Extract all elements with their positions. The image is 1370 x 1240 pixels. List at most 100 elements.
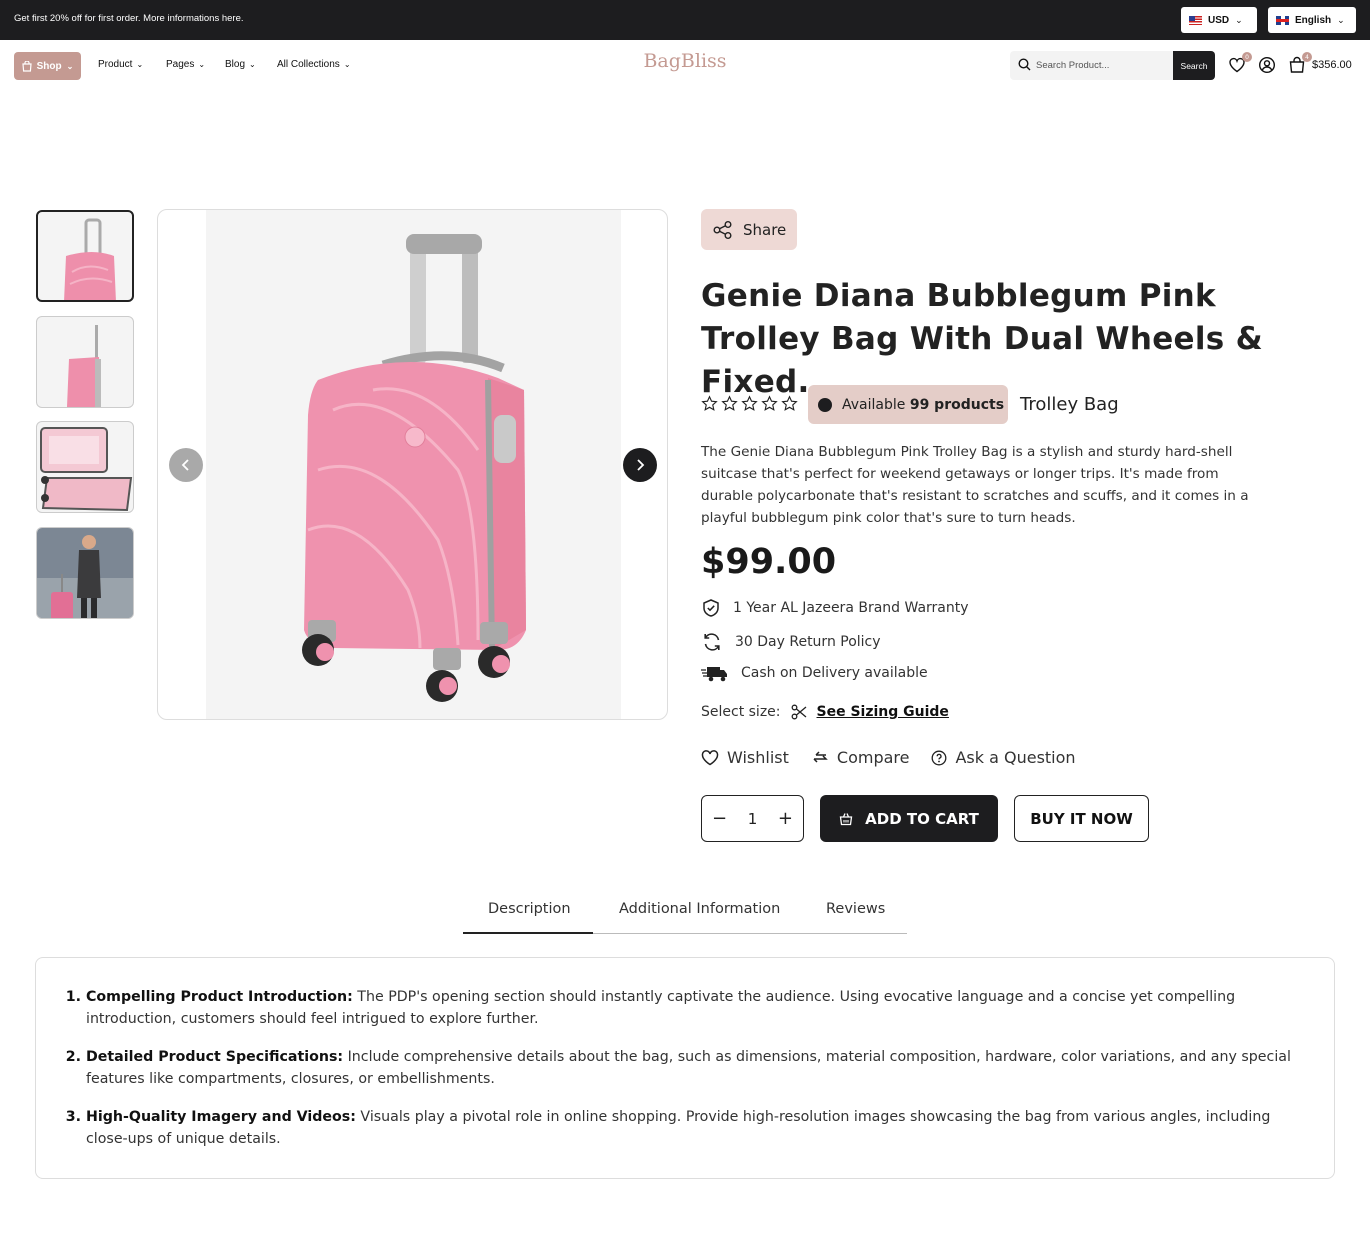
wishlist-button[interactable]: Wishlist [701, 748, 789, 767]
availability-badge: Available 99 products [808, 385, 1008, 424]
shop-label: Shop [36, 60, 62, 72]
product-category[interactable]: Trolley Bag [1020, 394, 1119, 415]
buy-now-button[interactable]: BUY IT NOW [1014, 795, 1149, 842]
refresh-icon [704, 633, 720, 651]
list-item-title: Detailed Product Specifications: [86, 1049, 344, 1065]
availability-count: 99 products [909, 396, 1005, 413]
add-to-cart-label: ADD TO CART [865, 809, 979, 828]
uk-flag-icon [1276, 15, 1289, 25]
ask-question-label: Ask a Question [955, 748, 1076, 767]
promo-text[interactable]: Get first 20% off for first order. More … [14, 13, 244, 24]
chevron-down-icon: ⌄ [66, 61, 74, 71]
scissors-icon [791, 704, 806, 720]
quantity-input[interactable]: 1 [748, 810, 758, 828]
compare-arrows-icon [813, 750, 828, 763]
language-label: English [1295, 14, 1332, 26]
cart-total[interactable]: $356.00 [1312, 59, 1352, 71]
lifestyle-photo-image [37, 528, 133, 618]
product-tabs: Description Additional Information Revie… [463, 895, 907, 934]
product-description: The Genie Diana Bubblegum Pink Trolley B… [701, 444, 1249, 526]
list-item: Compelling Product Introduction: The PDP… [86, 986, 1311, 1030]
language-selector[interactable]: English ⌄ [1268, 7, 1356, 33]
question-circle-icon [932, 750, 947, 765]
tab-description[interactable]: Description [488, 901, 571, 917]
thumbnail-side[interactable] [36, 316, 134, 408]
compare-button[interactable]: Compare [811, 748, 910, 767]
chevron-down-icon: ⌄ [136, 60, 144, 69]
list-item-title: Compelling Product Introduction: [86, 989, 353, 1005]
bag-icon [21, 60, 32, 72]
thumbnail-front[interactable] [36, 210, 134, 302]
feature-text: 1 Year AL Jazeera Brand Warranty [733, 600, 969, 616]
next-image-button[interactable] [623, 448, 657, 482]
active-tab-indicator [463, 932, 593, 934]
sizing-guide-link[interactable]: See Sizing Guide [817, 704, 949, 720]
nav-label: All Collections [277, 59, 340, 70]
main-header: Shop ⌄ Product ⌄ Pages ⌄ Blog ⌄ All Collect… [0, 40, 1370, 92]
feature-cod: Cash on Delivery available [701, 663, 928, 683]
nav-label: Pages [166, 59, 195, 70]
thumbnail-lifestyle[interactable] [36, 527, 134, 619]
shop-menu-button[interactable]: Shop ⌄ [14, 52, 81, 80]
main-product-image[interactable] [157, 209, 668, 720]
account-button[interactable] [1258, 56, 1278, 76]
compare-label: Compare [836, 748, 910, 767]
add-to-cart-button[interactable]: ADD TO CART [820, 795, 998, 842]
star-icon [761, 395, 778, 411]
prev-image-button[interactable] [169, 448, 203, 482]
list-item: High-Quality Imagery and Videos: Visuals… [86, 1106, 1311, 1150]
star-icon [701, 395, 718, 411]
wishlist-header-button[interactable]: 0 [1228, 52, 1252, 76]
pink-suitcase-image [302, 234, 526, 702]
delivery-truck-icon [701, 667, 727, 682]
rating-stars[interactable] [701, 395, 798, 412]
size-selector-row: Select size: See Sizing Guide [701, 704, 949, 720]
nav-blog[interactable]: Blog ⌄ [225, 59, 256, 70]
chevron-left-icon [181, 459, 189, 471]
feature-warranty: 1 Year AL Jazeera Brand Warranty [701, 598, 969, 618]
chevron-down-icon: ⌄ [343, 60, 351, 69]
share-icon [713, 220, 732, 239]
search-icon [1018, 58, 1031, 71]
chevron-down-icon: ⌄ [1337, 14, 1345, 25]
us-flag-icon [1189, 15, 1202, 25]
suitcase-open-image [40, 427, 133, 512]
share-button[interactable]: Share [701, 209, 797, 250]
nav-label: Product [98, 59, 133, 70]
user-icon [1258, 56, 1276, 74]
search-bar: Search Product... Search [1010, 51, 1215, 80]
star-icon [721, 395, 738, 411]
description-panel: Compelling Product Introduction: The PDP… [35, 957, 1335, 1179]
currency-selector[interactable]: USD ⌄ [1181, 7, 1257, 33]
increase-quantity-button[interactable]: + [778, 808, 793, 829]
search-button[interactable]: Search [1173, 51, 1215, 80]
nav-all-collections[interactable]: All Collections ⌄ [277, 59, 351, 70]
cart-count-badge: 4 [1302, 52, 1312, 62]
availability-text: Available 99 products [842, 397, 1004, 413]
tab-reviews[interactable]: Reviews [826, 901, 885, 917]
currency-label: USD [1208, 14, 1230, 26]
feature-text: Cash on Delivery available [741, 665, 928, 681]
star-icon [741, 395, 758, 411]
description-list: Compelling Product Introduction: The PDP… [86, 986, 1311, 1166]
shield-check-icon [703, 599, 719, 617]
cart-button[interactable]: 4 [1288, 52, 1312, 76]
decrease-quantity-button[interactable]: − [712, 808, 727, 829]
tab-additional-information[interactable]: Additional Information [619, 901, 780, 917]
announcement-bar: Get first 20% off for first order. More … [0, 0, 1370, 40]
nav-pages[interactable]: Pages ⌄ [166, 59, 205, 70]
basket-icon [839, 812, 853, 825]
wishlist-count-badge: 0 [1242, 52, 1252, 62]
thumbnail-open[interactable] [36, 421, 134, 513]
chevron-down-icon: ⌄ [198, 60, 206, 69]
share-label: Share [743, 220, 787, 239]
availability-prefix: Available [842, 396, 906, 413]
nav-product[interactable]: Product ⌄ [98, 59, 143, 70]
suitcase-side-image [67, 325, 101, 407]
list-item: Detailed Product Specifications: Include… [86, 1046, 1311, 1090]
ask-question-button[interactable]: Ask a Question [931, 748, 1076, 767]
site-logo[interactable]: BagBliss [630, 50, 740, 72]
heart-icon [701, 749, 719, 765]
search-input[interactable]: Search Product... [1036, 60, 1109, 71]
stock-dot-icon [818, 397, 832, 412]
